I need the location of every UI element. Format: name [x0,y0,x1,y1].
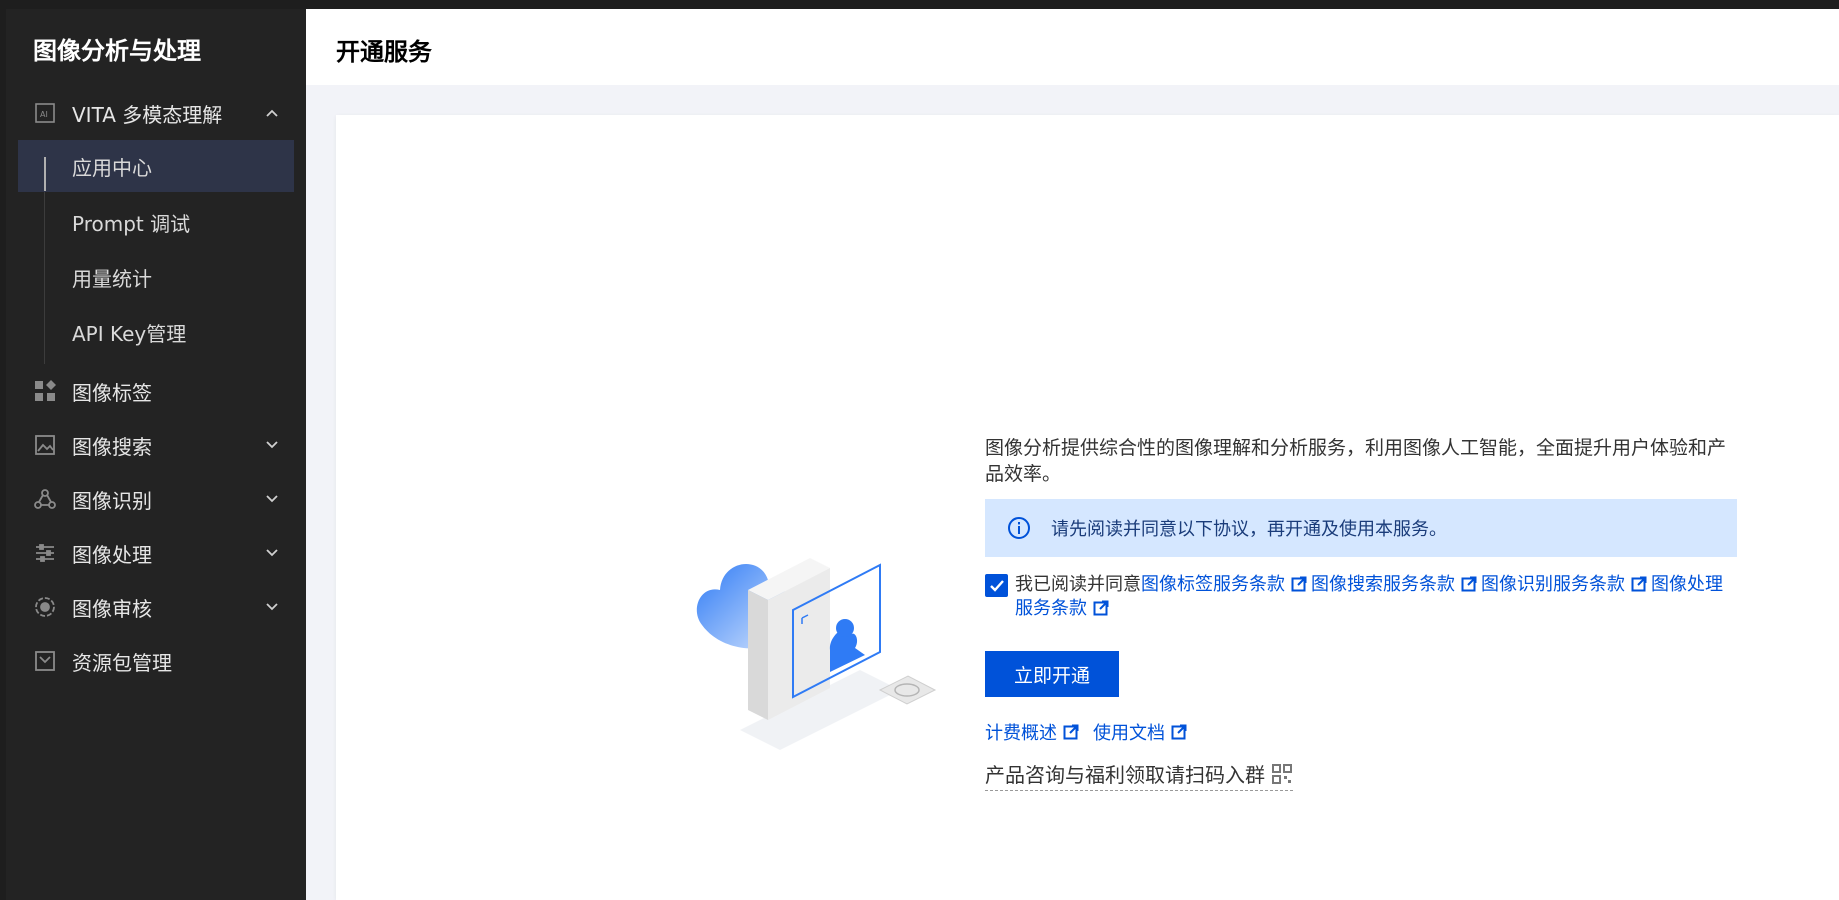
sidebar-item-label: 图像识别 [72,488,152,513]
terms-link-image-tag[interactable]: 图像标签服务条款 [1141,574,1285,595]
sidebar-item-image-tag[interactable]: 图像标签 [18,365,294,417]
notice-banner: 请先阅读并同意以下协议，再开通及使用本服务。 [985,499,1737,557]
external-link-icon [1631,576,1647,592]
recognition-icon [32,486,58,512]
external-link-icon [1461,576,1477,592]
consult-text: 产品咨询与福利领取请扫码入群 [985,763,1265,787]
agreement-text: 我已阅读并同意图像标签服务条款 图像搜索服务条款 图像识别服务条款 图像处理服务条款 [1015,573,1725,621]
external-link-icon [1093,600,1109,616]
pricing-link[interactable]: 计费概述 [985,719,1057,745]
external-link-icon [1171,724,1187,740]
sidebar-subitem-label: API Key管理 [72,321,187,346]
external-link-icon [1291,576,1307,592]
sidebar-item-label: 图像搜索 [72,434,152,459]
service-description: 图像分析提供综合性的图像理解和分析服务，利用图像人工智能，全面提升用户体验和产品… [985,437,1727,485]
illustration [690,530,955,750]
sidebar-item-label: 图像审核 [72,596,152,621]
sidebar-item-label: VITA 多模态理解 [72,102,223,127]
sidebar-subitem-apikey[interactable]: API Key管理 [18,306,294,358]
agree-prefix: 我已阅读并同意 [1015,574,1141,595]
docs-link[interactable]: 使用文档 [1093,719,1165,745]
sidebar-item-vita[interactable]: AI VITA 多模态理解 [18,87,294,139]
consult-qr-trigger[interactable]: 产品咨询与福利领取请扫码入群 [985,759,1293,791]
qr-code-icon [1272,763,1292,784]
sidebar-subitem-label: Prompt 调试 [72,211,191,236]
sidebar-item-image-processing[interactable]: 图像处理 [18,527,294,579]
activate-button[interactable]: 立即开通 [985,651,1119,697]
main-content: 图像分析提供综合性的图像理解和分析服务，利用图像人工智能，全面提升用户体验和产品… [985,435,1737,791]
chevron-down-icon[interactable] [262,441,282,449]
chevron-up-icon[interactable] [262,109,282,117]
page-title: 开通服务 [336,38,432,66]
sidebar-item-label: 图像处理 [72,542,152,567]
terms-link-image-search[interactable]: 图像搜索服务条款 [1311,574,1455,595]
top-bar [0,0,1839,9]
ai-icon: AI [32,100,58,126]
agreement-row: 我已阅读并同意图像标签服务条款 图像搜索服务条款 图像识别服务条款 图像处理服务条款 [985,573,1737,621]
sidebar-item-label: 资源包管理 [72,650,172,675]
info-icon [1007,516,1031,540]
sidebar-subitem-prompt[interactable]: Prompt 调试 [18,196,294,248]
sidebar-subitem-label: 用量统计 [72,266,152,291]
svg-text:AI: AI [40,110,48,119]
sidebar: 图像分析与处理 AI VITA 多模态理解 应用中心 Prompt 调试 用量统… [6,9,306,900]
sidebar-subitem-label: 应用中心 [72,155,152,180]
app-title: 图像分析与处理 [33,37,201,65]
external-link-icon [1063,724,1079,740]
sidebar-subitem-app-center[interactable]: 应用中心 [18,140,294,192]
sidebar-item-image-search[interactable]: 图像搜索 [18,419,294,471]
sidebar-item-label: 图像标签 [72,380,152,405]
package-icon [32,648,58,674]
agree-checkbox[interactable] [985,574,1008,597]
review-target-icon [32,594,58,620]
sidebar-item-image-recognition[interactable]: 图像识别 [18,473,294,525]
notice-text: 请先阅读并同意以下协议，再开通及使用本服务。 [1051,519,1447,540]
image-icon [32,432,58,458]
sidebar-item-resource-package[interactable]: 资源包管理 [18,635,294,687]
sliders-icon [32,540,58,566]
sidebar-item-image-review[interactable]: 图像审核 [18,581,294,633]
tag-grid-icon [32,378,58,404]
terms-link-image-recognition[interactable]: 图像识别服务条款 [1481,574,1625,595]
page-header: 开通服务 [306,9,1839,85]
chevron-down-icon[interactable] [262,549,282,557]
chevron-down-icon[interactable] [262,603,282,611]
doc-links: 计费概述 使用文档 [985,719,1737,745]
chevron-down-icon[interactable] [262,495,282,503]
active-indicator [44,157,46,191]
sidebar-subitem-usage[interactable]: 用量统计 [18,251,294,303]
